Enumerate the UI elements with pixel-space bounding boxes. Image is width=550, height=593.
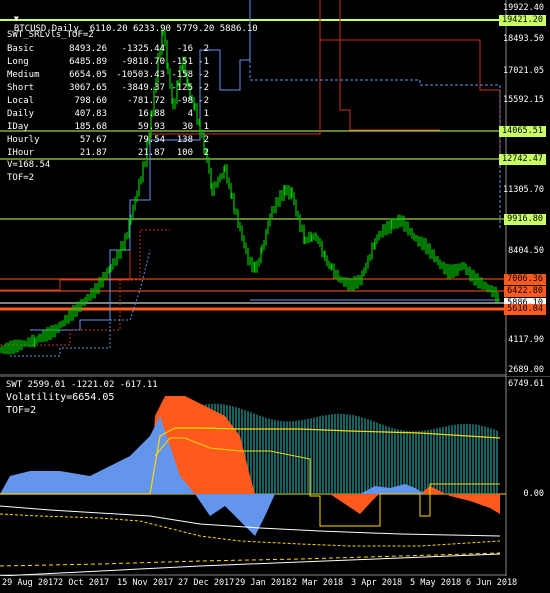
level-row-daily: Daily 407.83 16.88 4 1 (7, 109, 209, 119)
price-axis-label: 2689.00 (508, 365, 544, 375)
level-v1: 6485.89 (69, 57, 107, 67)
price-level-tag: 19421.20 (499, 15, 546, 26)
level-v3: 138 (176, 135, 193, 145)
swt-volatility: Volatility=6654.05 (6, 392, 115, 403)
level-v1: 3067.65 (69, 83, 107, 93)
level-v4: 1 (203, 109, 209, 119)
level-v2: 79.54 (137, 135, 165, 145)
level-v1: 407.83 (74, 109, 107, 119)
level-v3: -16 (176, 44, 193, 54)
level-row-iday: IDay 185.68 59.93 30 1 (7, 122, 209, 132)
level-v2: 16.88 (137, 109, 165, 119)
level-name: Short (7, 83, 35, 93)
level-v2: 59.93 (137, 122, 165, 132)
level-row-basic: Basic 8493.26 -1325.44 -16 2 (7, 44, 209, 54)
level-v2: -3849.37 (121, 83, 165, 93)
level-v2: -1325.44 (121, 44, 165, 54)
price-level-tag: 12742.47 (499, 154, 546, 165)
level-row-medium: Medium 6654.05 -10503.43 -158 -2 (7, 70, 209, 80)
time-axis-label: 5 May 2018 (410, 578, 462, 588)
swt-title: SWT 2599.01 -1221.02 -617.11 (6, 380, 158, 390)
level-v4: 1 (203, 122, 209, 132)
sub-axis-top: 6749.61 (508, 379, 544, 389)
price-level-tag: 6422.80 (504, 286, 546, 297)
level-row-short: Short 3067.65 -3849.37 -125 -2 (7, 83, 209, 93)
price-axis-label: 11305.70 (503, 185, 544, 195)
level-v1: 57.67 (79, 135, 107, 145)
swt-indicator-chart[interactable] (0, 376, 550, 576)
level-row-ihour: IHour 21.87 21.87 100 2 (7, 148, 209, 158)
swt-tof: TOF=2 (6, 405, 37, 416)
dropdown-icon[interactable]: ▼ (14, 14, 19, 23)
level-v3: -125 (171, 83, 193, 93)
price-axis-label: 15592.15 (503, 95, 544, 105)
indicator-name: SWT_SRLvls_TOF=2 (7, 30, 94, 40)
time-axis-label: 2 Mar 2018 (292, 578, 344, 588)
level-name: Basic (7, 44, 35, 54)
level-v3: 30 (182, 122, 193, 132)
time-axis-label: 2 Oct 2017 (58, 578, 110, 588)
level-v2: 21.87 (137, 148, 165, 158)
level-v4: -2 (198, 83, 209, 93)
level-v3: 100 (176, 148, 193, 158)
price-axis-label: 18493.50 (503, 34, 544, 44)
level-name: Daily (7, 109, 35, 119)
level-v1: 798.60 (74, 96, 107, 106)
level-v4: 2 (203, 135, 209, 145)
level-v1: 6654.05 (69, 70, 107, 80)
level-name: IDay (7, 122, 29, 132)
level-v1: 8493.26 (69, 44, 107, 54)
time-axis-label: 29 Jan 2018 (235, 578, 292, 588)
level-v4: 2 (203, 148, 209, 158)
price-level-tag: 5610.04 (504, 304, 546, 315)
level-v3: -158 (171, 70, 193, 80)
price-axis-label: 4117.90 (508, 335, 544, 345)
level-v1: 185.68 (74, 122, 107, 132)
time-axis-label: 6 Jun 2018 (466, 578, 518, 588)
level-row-local: Local 798.60 -781.72 -98 -2 (7, 96, 209, 106)
time-axis-label: 29 Aug 2017 (2, 578, 59, 588)
level-name: Hourly (7, 135, 40, 145)
level-name: Medium (7, 70, 40, 80)
level-row-long: Long 6485.89 -9818.70 -151 -1 (7, 57, 209, 67)
price-axis-label: 19922.40 (503, 3, 544, 13)
level-name: Long (7, 57, 29, 67)
level-v4: -1 (198, 57, 209, 67)
level-v2: -10503.43 (116, 70, 165, 80)
level-v4: -2 (198, 70, 209, 80)
level-name: Local (7, 96, 35, 106)
level-v4: 2 (203, 44, 209, 54)
price-level-tag: 9916.80 (504, 214, 546, 225)
time-axis-label: 3 Apr 2018 (351, 578, 403, 588)
level-v3: -151 (171, 57, 193, 67)
v-value: V=168.54 (7, 160, 51, 170)
level-v1: 21.87 (79, 148, 107, 158)
level-v2: -9818.70 (121, 57, 165, 67)
sub-axis-zero: 0.00 (523, 489, 544, 499)
time-axis-label: 27 Dec 2017 (178, 578, 235, 588)
level-v2: -781.72 (127, 96, 165, 106)
price-level-tag: 7006.36 (504, 274, 546, 285)
level-name: IHour (7, 148, 35, 158)
tof-value: TOF=2 (7, 173, 35, 183)
price-axis-label: 17021.05 (503, 66, 544, 76)
time-axis-label: 15 Nov 2017 (117, 578, 174, 588)
level-v3: -98 (176, 96, 193, 106)
level-row-hourly: Hourly 57.67 79.54 138 2 (7, 135, 209, 145)
level-v3: 4 (187, 109, 193, 119)
price-axis-label: 8404.50 (508, 246, 544, 256)
price-level-tag: 14065.51 (499, 126, 546, 137)
level-v4: -2 (198, 96, 209, 106)
